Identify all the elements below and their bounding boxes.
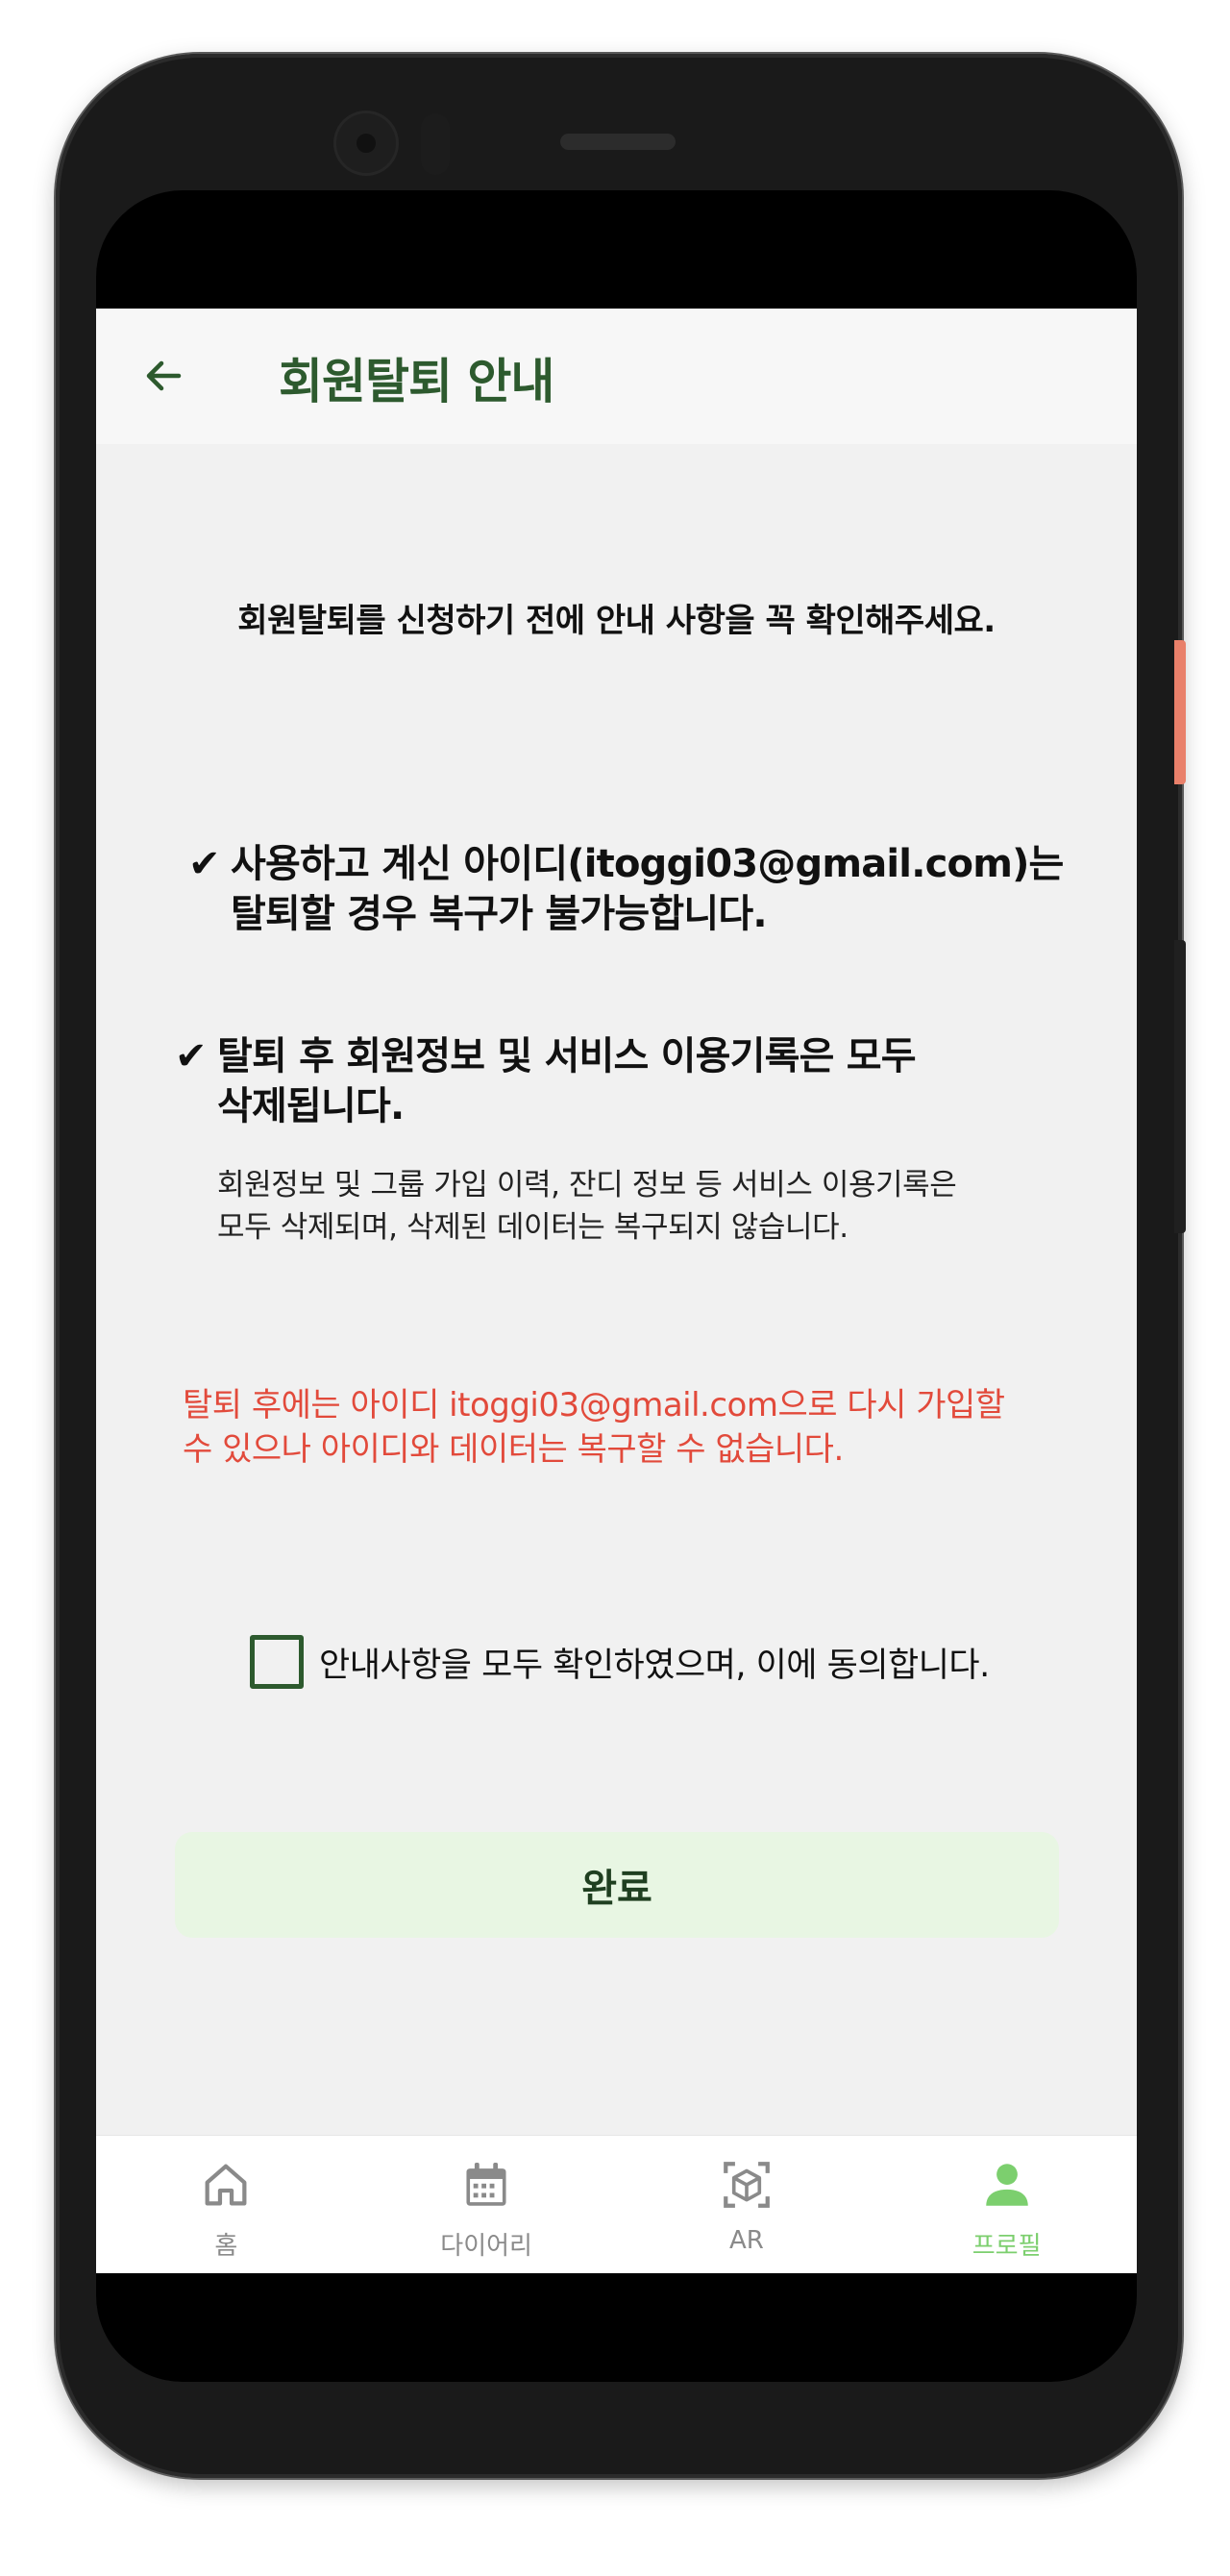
nav-label: 다이어리 [440, 2232, 532, 2261]
checkmark-icon: ✔ [175, 1034, 208, 1078]
agree-checkbox[interactable] [250, 1635, 304, 1689]
volume-button [1174, 940, 1186, 1233]
warning-line: 탈퇴 후에는 아이디 itoggi03@gmail.com으로 다시 가입할 [183, 1386, 1005, 1424]
notice-line: 탈퇴할 경우 복구가 불가능합니다. [231, 892, 768, 936]
notice-detail-text: 회원정보 및 그룹 가입 이력, 잔디 정보 등 서비스 이용기록은 모두 삭제… [217, 1164, 1082, 1249]
app-header: 회원탈퇴 안내 [96, 309, 1137, 444]
calendar-icon [466, 2163, 506, 2206]
page-title: 회원탈퇴 안내 [279, 354, 554, 409]
detail-line: 회원정보 및 그룹 가입 이력, 잔디 정보 등 서비스 이용기록은 [217, 1168, 957, 1202]
app-screen: 회원탈퇴 안내 회원탈퇴를 신청하기 전에 안내 사항을 꼭 확인해주세요. ✔… [96, 309, 1137, 2273]
checkmark-icon: ✔ [188, 842, 221, 886]
nav-label: 홈 [214, 2232, 238, 2261]
agree-checkbox-row[interactable]: 안내사항을 모두 확인하였으며, 이에 동의합니다. [250, 1635, 990, 1689]
nav-label: 프로필 [972, 2232, 1042, 2261]
front-camera [336, 113, 396, 173]
notice-line: 사용하고 계신 아이디(itoggi03@gmail.com)는 [231, 842, 1064, 886]
back-button[interactable] [136, 349, 190, 403]
bottom-navigation: 홈 다이어리 AR 프로필 [96, 2135, 1137, 2273]
nav-item-profile[interactable]: 프로필 [876, 2136, 1137, 2273]
person-icon [985, 2164, 1028, 2206]
notice-data-deleted: ✔ 탈퇴 후 회원정보 및 서비스 이용기록은 모두 삭제됩니다. [175, 1031, 1120, 1131]
power-button [1174, 640, 1186, 784]
earpiece-speaker [560, 134, 676, 150]
nav-item-diary[interactable]: 다이어리 [357, 2136, 617, 2273]
agree-label[interactable]: 안내사항을 모두 확인하였으며, 이에 동의합니다. [319, 1638, 990, 1687]
notice-id-unrecoverable: ✔ 사용하고 계신 아이디(itoggi03@gmail.com)는 탈퇴할 경… [188, 839, 1134, 939]
nav-label: AR [728, 2226, 764, 2255]
intro-text: 회원탈퇴를 신청하기 전에 안내 사항을 꼭 확인해주세요. [237, 602, 996, 640]
arrow-left-icon [146, 360, 182, 391]
notice-line: 탈퇴 후 회원정보 및 서비스 이용기록은 모두 [217, 1034, 917, 1078]
proximity-sensor [421, 113, 450, 175]
warning-line: 수 있으나 아이디와 데이터는 복구할 수 없습니다. [183, 1430, 844, 1469]
detail-line: 모두 삭제되며, 삭제된 데이터는 복구되지 않습니다. [217, 1210, 849, 1245]
ar-cube-icon [724, 2162, 770, 2208]
home-icon [205, 2164, 247, 2206]
nav-item-ar[interactable]: AR [617, 2136, 877, 2273]
done-button[interactable]: 완료 [175, 1832, 1059, 1938]
rejoin-warning: 탈퇴 후에는 아이디 itoggi03@gmail.com으로 다시 가입할 수… [183, 1383, 1095, 1472]
notice-line: 삭제됩니다. [217, 1084, 405, 1128]
nav-item-home[interactable]: 홈 [96, 2136, 357, 2273]
